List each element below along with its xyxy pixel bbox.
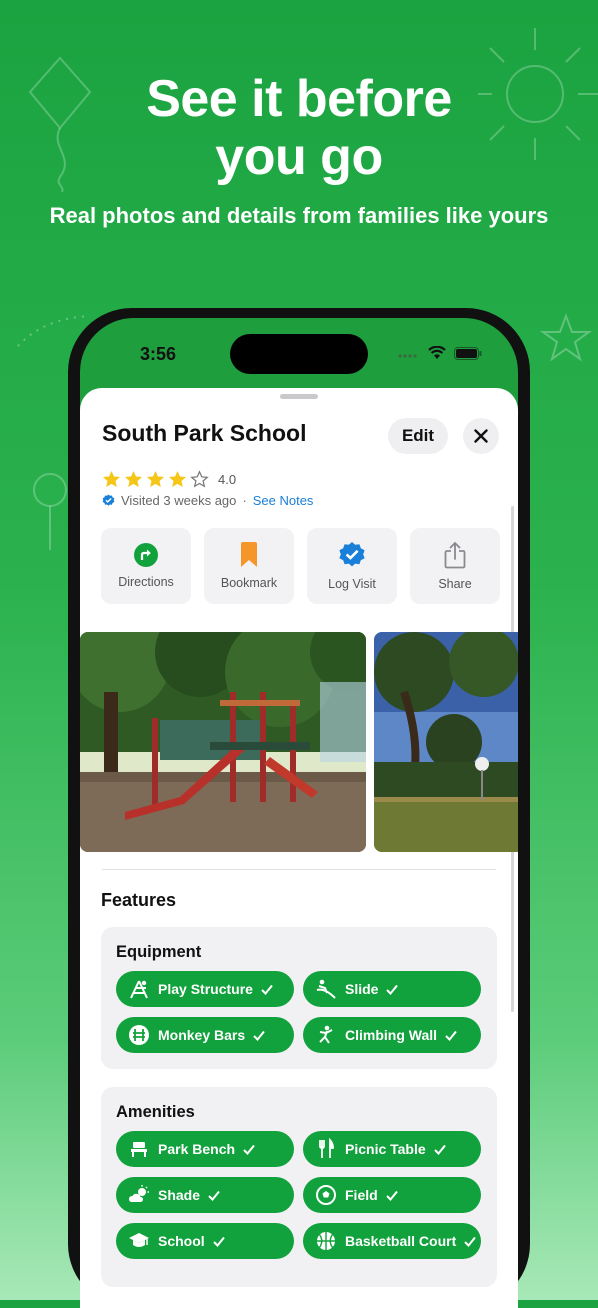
feature-chip-climbing-wall[interactable]: Climbing Wall — [303, 1017, 481, 1053]
checkmark-icon — [433, 1144, 446, 1155]
checkmark-icon — [261, 984, 273, 995]
field-photo-image — [374, 632, 518, 852]
monkey-bars-icon — [129, 1025, 149, 1045]
balloon-decoration-icon — [33, 473, 67, 550]
bookmark-button[interactable]: Bookmark — [204, 528, 294, 604]
rating-value: 4.0 — [218, 471, 237, 487]
playground-photo[interactable] — [80, 632, 366, 852]
checkmark-icon — [253, 1030, 265, 1041]
checkmark-icon — [445, 1030, 457, 1041]
chip-label: Monkey Bars — [158, 1027, 246, 1043]
feature-chip-play-structure[interactable]: Play Structure — [116, 971, 294, 1007]
equipment-group: Equipment Play Structure Slide Monkey Ba… — [101, 927, 497, 1069]
edit-button[interactable]: Edit — [388, 418, 448, 454]
amenities-title: Amenities — [116, 1103, 195, 1121]
directions-button[interactable]: Directions — [101, 528, 191, 604]
graduation-cap-icon — [129, 1233, 149, 1247]
sheet-grabber[interactable] — [280, 394, 318, 399]
feature-chip-shade[interactable]: Shade — [116, 1177, 294, 1213]
separator-dot: · — [242, 493, 247, 508]
dynamic-island — [230, 334, 368, 374]
star-filled-icon — [168, 470, 187, 488]
star-rating: 4.0 — [102, 470, 236, 488]
feature-chip-slide[interactable]: Slide — [303, 971, 481, 1007]
checkmark-icon — [243, 1144, 255, 1155]
see-notes-link[interactable]: See Notes — [253, 493, 314, 508]
bookmark-icon — [241, 542, 257, 567]
log-visit-label: Log Visit — [328, 577, 376, 591]
star-filled-icon — [146, 470, 165, 488]
play-structure-icon — [130, 980, 148, 999]
status-bar: 3:56 — [80, 318, 518, 388]
feature-chip-field[interactable]: Field — [303, 1177, 481, 1213]
headline: See it before you go — [0, 70, 598, 186]
bench-icon — [131, 1142, 147, 1157]
checkmark-icon — [208, 1190, 220, 1201]
amenities-group: Amenities Park Bench Picnic Table Shade … — [101, 1087, 497, 1287]
share-label: Share — [438, 577, 472, 591]
chip-label: Picnic Table — [345, 1141, 426, 1157]
feature-chip-monkey-bars[interactable]: Monkey Bars — [116, 1017, 294, 1053]
status-icons — [398, 346, 482, 360]
subheadline: Real photos and details from families li… — [49, 203, 549, 228]
log-visit-button[interactable]: Log Visit — [307, 528, 397, 604]
soccer-ball-icon — [316, 1185, 336, 1205]
star-outline-icon — [190, 470, 209, 488]
feature-chip-picnic-table[interactable]: Picnic Table — [303, 1131, 481, 1167]
headline-line-1: See it before — [146, 70, 452, 128]
checkmark-icon — [464, 1236, 477, 1247]
fork-knife-icon — [319, 1138, 334, 1158]
feature-chip-basketball-court[interactable]: Basketball Court — [303, 1223, 481, 1259]
cloud-sun-icon — [129, 1185, 149, 1202]
place-detail-sheet: South Park School Edit 4.0 Visited 3 wee… — [80, 388, 518, 1308]
directions-label: Directions — [118, 575, 174, 589]
playground-photo-image — [80, 632, 366, 852]
cellular-signal-icon — [398, 354, 417, 358]
place-title: South Park School — [102, 420, 307, 446]
checkmark-icon — [385, 1190, 398, 1201]
status-time: 3:56 — [140, 344, 177, 364]
chip-label: Basketball Court — [345, 1233, 457, 1249]
checkmark-icon — [386, 984, 399, 995]
star-decoration-icon — [540, 313, 592, 362]
verified-badge-icon — [102, 494, 115, 506]
close-button[interactable] — [463, 418, 499, 454]
field-photo[interactable] — [374, 632, 518, 852]
equipment-title: Equipment — [116, 943, 202, 961]
star-filled-icon — [102, 470, 121, 488]
bookmark-label: Bookmark — [220, 576, 278, 590]
chip-label: Shade — [158, 1187, 201, 1203]
chip-label: Slide — [345, 981, 379, 997]
wifi-icon — [428, 346, 446, 359]
section-divider — [102, 869, 496, 870]
verified-badge-icon — [339, 542, 365, 567]
headline-line-2: you go — [215, 128, 383, 186]
chip-label: Park Bench — [158, 1141, 236, 1157]
slide-icon — [316, 979, 336, 999]
chip-label: Climbing Wall — [345, 1027, 438, 1043]
phone-screen: 3:56 South Park School Edit 4.0 Visited … — [80, 318, 518, 1308]
climbing-icon — [319, 1025, 333, 1044]
basketball-icon — [317, 1232, 335, 1250]
star-filled-icon — [124, 470, 143, 488]
checkmark-icon — [212, 1236, 225, 1247]
directions-icon — [134, 543, 158, 567]
chip-label: Field — [345, 1187, 378, 1203]
features-title: Features — [101, 890, 177, 910]
chip-label: School — [158, 1233, 205, 1249]
battery-icon — [454, 346, 482, 360]
chip-label: Play Structure — [158, 981, 253, 997]
visited-text: Visited 3 weeks ago — [121, 493, 237, 508]
share-icon — [444, 541, 466, 569]
action-buttons: Directions Bookmark Log Visit Share — [101, 528, 500, 604]
feature-chip-park-bench[interactable]: Park Bench — [116, 1131, 294, 1167]
feature-chip-school[interactable]: School — [116, 1223, 294, 1259]
photo-carousel[interactable] — [80, 632, 518, 852]
visit-status: Visited 3 weeks ago · See Notes — [102, 493, 313, 508]
close-icon — [474, 429, 488, 443]
share-button[interactable]: Share — [410, 528, 500, 604]
